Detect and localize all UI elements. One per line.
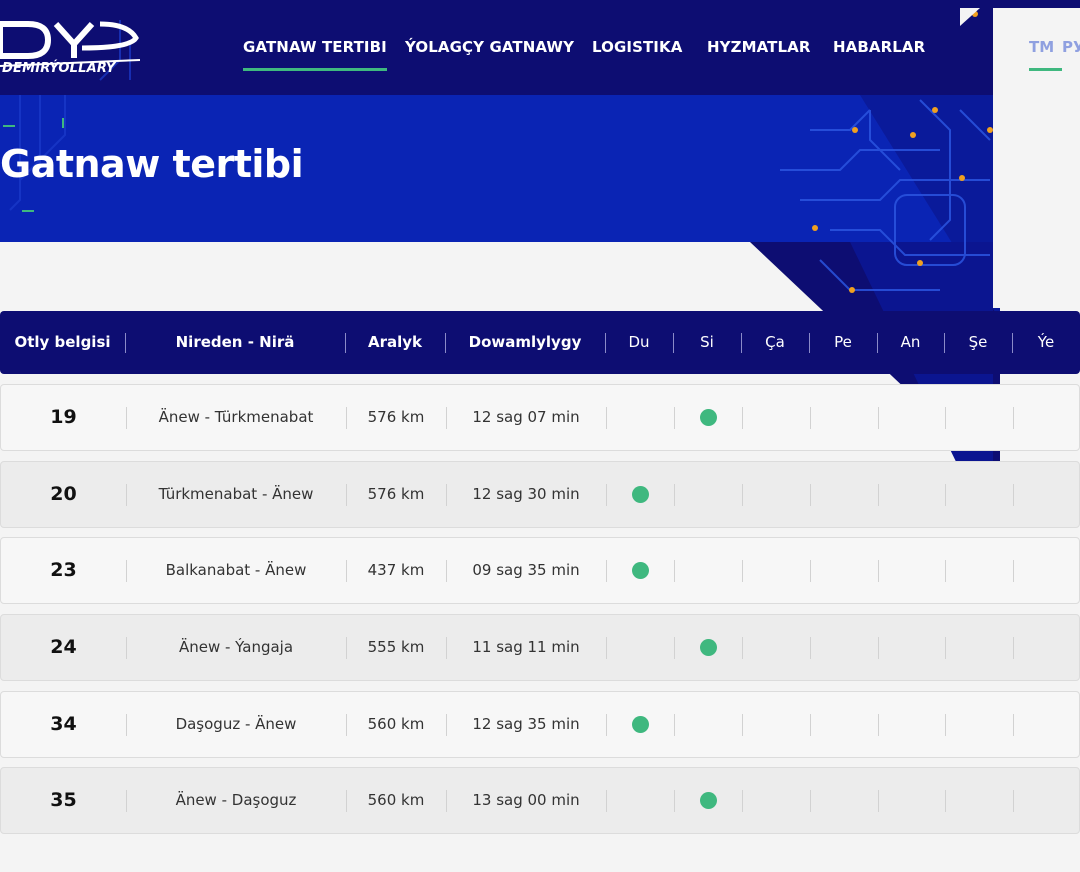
runs-day-dot <box>699 409 717 426</box>
header-day-pe: Pe <box>834 333 852 351</box>
distance: 576 km <box>367 408 425 426</box>
duration: 13 sag 00 min <box>472 791 580 809</box>
route: Änew - Türkmenabat <box>158 408 314 426</box>
route: Änew - Daşoguz <box>175 791 297 809</box>
table-row: 35 Änew - Daşoguz 560 km 13 sag 00 min <box>0 767 1080 834</box>
duration: 09 sag 35 min <box>472 561 580 579</box>
train-number: 20 <box>50 483 77 505</box>
train-number: 23 <box>50 559 77 581</box>
runs-day-dot <box>631 486 649 503</box>
language-tm[interactable]: TM <box>1029 38 1063 71</box>
route: Türkmenabat - Änew <box>158 485 314 503</box>
route: Änew - Ýangaja <box>178 638 294 656</box>
runs-day-dot <box>631 716 649 733</box>
train-number: 19 <box>50 406 77 428</box>
table-row: 23 Balkanabat - Änew 437 km 09 sag 35 min <box>0 537 1080 604</box>
header-day-si: Si <box>700 333 714 351</box>
header-day-ca: Ça <box>765 333 785 351</box>
duration: 12 sag 35 min <box>472 715 580 733</box>
header-day-se: Şe <box>968 333 988 351</box>
train-number: 34 <box>50 713 77 735</box>
distance: 437 km <box>367 561 425 579</box>
header-day-an: An <box>900 333 921 351</box>
header-day-du: Du <box>628 333 650 351</box>
header-day-ye: Ýe <box>1037 333 1055 351</box>
runs-day-dot <box>631 562 649 579</box>
distance: 560 km <box>367 791 425 809</box>
distance: 576 km <box>367 485 425 503</box>
nav-yolagcy-gatnawy[interactable]: ÝOLAGÇY GATNAWY <box>405 38 574 56</box>
nav-hyzmatlar[interactable]: HYZMATLAR <box>707 38 811 56</box>
table-row: 24 Änew - Ýangaja 555 km 11 sag 11 min <box>0 614 1080 681</box>
corner-triangle-decor <box>960 8 980 26</box>
nav-logistika[interactable]: LOGISTIKA <box>592 38 682 56</box>
header-train-number: Otly belgisi <box>14 333 111 351</box>
language-ru[interactable]: РУ <box>1062 38 1080 56</box>
header-duration: Dowamlylygy <box>468 333 582 351</box>
train-number: 35 <box>50 789 77 811</box>
table-row: 34 Daşoguz - Änew 560 km 12 sag 35 min <box>0 691 1080 758</box>
nav-habarlar[interactable]: HABARLAR <box>833 38 925 56</box>
distance: 555 km <box>367 638 425 656</box>
page-title: Gatnaw tertibi <box>0 142 304 186</box>
route: Daşoguz - Änew <box>175 715 297 733</box>
logo-wordmark: DEMIRÝOLLARY <box>2 61 116 76</box>
runs-day-dot <box>699 639 717 656</box>
route: Balkanabat - Änew <box>165 561 307 579</box>
header-distance: Aralyk <box>367 333 423 351</box>
header-route: Nireden - Nirä <box>175 333 295 351</box>
schedule-table-header: Otly belgisi Nireden - Nirä Aralyk Dowam… <box>0 311 1080 374</box>
runs-day-dot <box>699 792 717 809</box>
table-row: 19 Änew - Türkmenabat 576 km 12 sag 07 min <box>0 384 1080 451</box>
distance: 560 km <box>367 715 425 733</box>
duration: 12 sag 30 min <box>472 485 580 503</box>
duration: 11 sag 11 min <box>472 638 580 656</box>
duration: 12 sag 07 min <box>472 408 580 426</box>
table-row: 20 Türkmenabat - Änew 576 km 12 sag 30 min <box>0 461 1080 528</box>
train-number: 24 <box>50 636 77 658</box>
nav-gatnaw-tertibi[interactable]: GATNAW TERTIBI <box>243 38 387 71</box>
